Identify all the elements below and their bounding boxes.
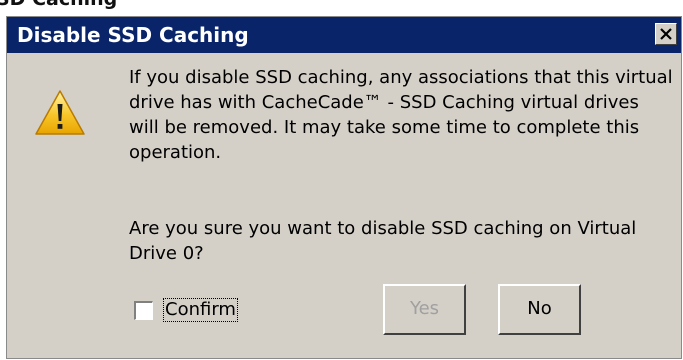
- confirm-label[interactable]: Confirm: [163, 298, 238, 322]
- dialog-title: Disable SSD Caching: [17, 23, 249, 47]
- close-icon: [660, 28, 672, 40]
- page-heading-fragment: SD Caching: [0, 0, 117, 10]
- close-button[interactable]: [655, 23, 677, 45]
- warning-icon: [35, 90, 85, 135]
- confirm-checkbox[interactable]: [134, 301, 153, 320]
- dialog-titlebar[interactable]: Disable SSD Caching: [7, 17, 681, 53]
- dialog-question: Are you sure you want to disable SSD cac…: [129, 218, 637, 264]
- no-button[interactable]: No: [498, 284, 581, 335]
- yes-button[interactable]: Yes: [383, 284, 466, 335]
- dialog-message: If you disable SSD caching, any associat…: [129, 67, 673, 163]
- disable-ssd-caching-dialog: Disable SSD Caching If you disable SSD c…: [6, 16, 682, 359]
